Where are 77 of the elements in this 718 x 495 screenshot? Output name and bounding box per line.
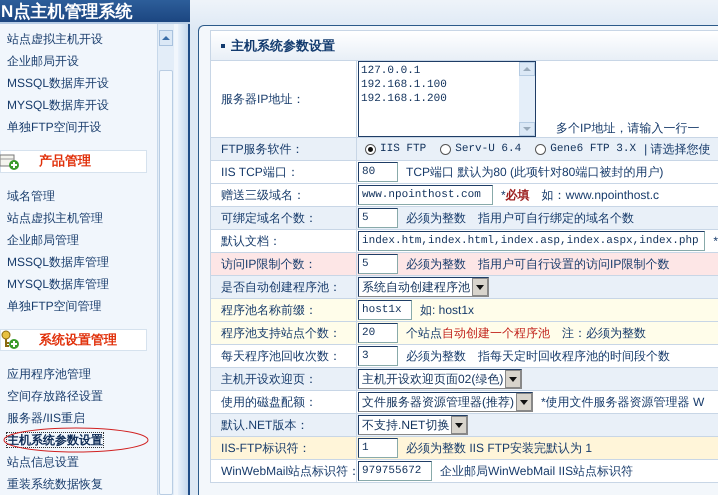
sidebar-link[interactable]: 域名管理 [7,188,55,202]
field-label: 程序池名称前缀： [221,302,317,318]
dropdown[interactable]: 不支持.NET切换 [358,415,468,435]
hint-text: 指用户可自行绑定的域名个数 [478,210,634,226]
sidebar-link[interactable]: 重装系统数据恢复 [7,477,103,491]
hint-text: 注：必须为整数 [562,324,646,342]
field-label: 访问IP限制个数： [221,256,316,272]
input-field[interactable]: 1 [358,438,398,458]
section-header[interactable]: 系统设置管理 [0,328,148,351]
hint-text: 指用户可自行设置的访问IP限制个数 [478,256,670,272]
radio-button[interactable] [365,144,376,154]
hint-text: 必须为整数 [406,348,466,364]
hint-text: 如: host1x [420,302,474,318]
field-label: WinWebMail站点标识符： [221,462,360,480]
dropdown[interactable]: 文件服务器资源管理器(推荐) [358,392,533,412]
app-logo: N点主机管理系统 [1,0,132,22]
sidebar-link[interactable]: 服务器/IIS重启 [7,411,86,425]
dropdown[interactable]: 主机开设欢迎页面02(绿色) [358,369,522,389]
field-label: 默认文档： [221,232,281,250]
sidebar-link[interactable]: 站点虚拟主机管理 [7,210,103,224]
field-label: 默认.NET版本： [221,416,308,434]
sidebar-link[interactable]: 单独FTP空间开设 [7,120,102,134]
section-header[interactable]: 产品管理 [0,150,148,172]
hint-text: 必须为整数 [406,256,466,272]
scroll-up-icon[interactable] [159,30,174,46]
sidebar-link[interactable]: 站点信息设置 [7,455,79,469]
key-plus-icon [0,330,21,350]
hint-text: * [713,234,718,248]
dropdown[interactable]: 系统自动创建程序池 [358,277,489,297]
sidebar-link[interactable]: 单独FTP空间管理 [7,298,102,312]
input-field[interactable]: www.npointhost.com [358,185,493,205]
field-label: 使用的磁盘配额： [221,394,317,410]
field-label: FTP服务软件： [221,140,304,158]
hint-text: 必须为整数 IIS FTP安装完默认为 1 [406,440,592,456]
field-label: 程序池支持站点个数： [221,324,341,342]
hint-text: 多个IP地址，请输入一行一 [556,120,700,137]
input-field[interactable]: 80 [358,162,398,182]
hint-text: 企业邮局WinWebMail IIS站点标识符 [440,462,634,480]
field-label: 是否自动创建程序池： [221,278,341,296]
sidebar-link[interactable]: 应用程序池管理 [7,367,91,381]
sidebar-link[interactable]: MSSQL数据库开设 [7,76,110,90]
sidebar-link[interactable]: 站点虚拟主机开设 [7,32,103,46]
radio-label[interactable]: IIS FTP [380,143,426,155]
input-field[interactable]: 5 [358,254,398,274]
field-label: IIS TCP端口： [221,164,299,180]
sidebar-link[interactable]: MYSQL数据库管理 [7,276,110,290]
sidebar-link[interactable]: MSSQL数据库管理 [7,254,110,268]
input-field[interactable]: index.htm,index.html,index.asp,index.aspx,index.php [358,231,706,251]
radio-label[interactable]: Gene6 FTP 3.X [550,143,636,155]
sidebar-link[interactable]: 企业邮局开设 [7,54,79,68]
hint-text: 必须为整数 [406,210,466,226]
hint-text: *使用文件服务器资源管理器 W [541,394,704,410]
field-label: 可绑定域名个数： [221,210,317,226]
scrollbar[interactable] [157,24,174,495]
field-label: 每天程序池回收次数： [221,348,341,364]
sidebar-link[interactable]: 空间存放路径设置 [7,389,103,403]
input-field[interactable]: 20 [358,323,398,343]
hint-text: TCP端口 默认为80 (此项针对80端口被封的用户) [406,164,664,180]
sidebar-link[interactable]: MYSQL数据库开设 [7,98,110,112]
hint-text: 如：www.npointhost.c [542,186,660,204]
input-field[interactable]: 3 [358,346,398,366]
hint-text: 指每天定时回收程序池的时间段个数 [478,348,670,364]
input-field[interactable]: 5 [358,208,398,228]
field-label: 主机开设欢迎页： [221,370,317,388]
field-label: IIS-FTP标识符： [221,440,310,456]
field-label: 赠送三级域名： [221,186,305,204]
hint-text: | 请选择您使 [644,140,711,158]
sidebar-link[interactable]: 企业邮局管理 [7,232,79,246]
radio-button[interactable] [440,144,452,154]
radio-button[interactable] [535,144,546,154]
panel-title: 主机系统参数设置 [231,36,335,54]
hint-text: *必填 [501,186,530,204]
input-field[interactable]: 979755672 [358,461,432,481]
hint-text: 个站点自动创建一个程序池 [406,324,550,342]
input-field[interactable]: host1x [358,300,412,320]
field-label: 服务器IP地址： [221,90,304,108]
radio-label[interactable]: Serv-U 6.4 [455,143,522,155]
